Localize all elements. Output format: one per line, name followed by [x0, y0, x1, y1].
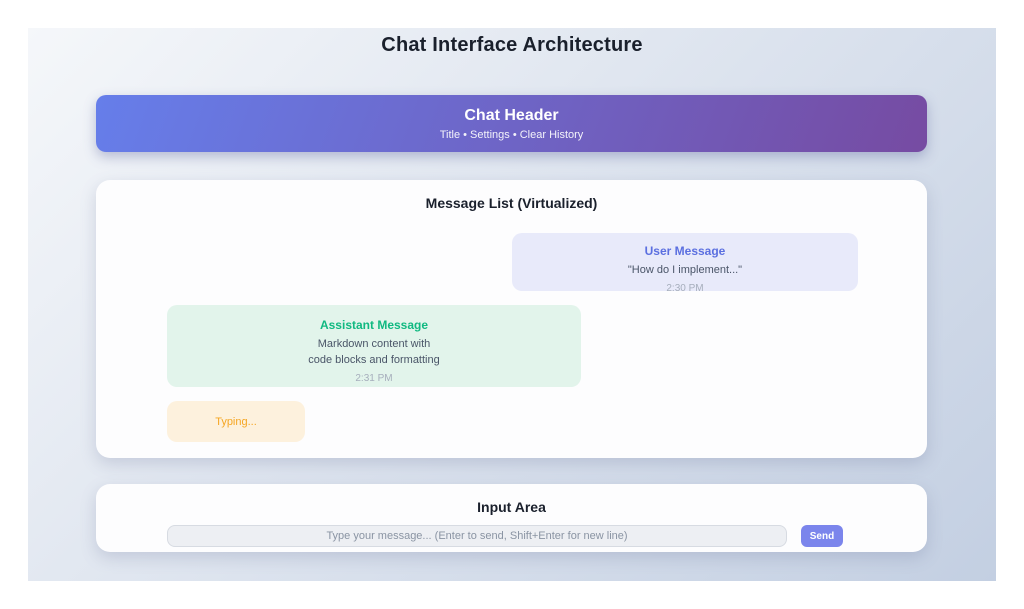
- assistant-message-line-2: code blocks and formatting: [167, 353, 581, 369]
- assistant-message-bubble: Assistant Message Markdown content with …: [167, 305, 581, 387]
- message-input[interactable]: [167, 525, 787, 547]
- assistant-message-time: 2:31 PM: [167, 373, 581, 384]
- typing-indicator-text: Typing...: [215, 416, 257, 428]
- message-list-title: Message List (Virtualized): [96, 195, 927, 211]
- user-message-label: User Message: [512, 244, 858, 258]
- send-button[interactable]: Send: [801, 525, 843, 547]
- input-area-panel: Input Area Send: [96, 484, 927, 552]
- assistant-message-text: Markdown content with code blocks and fo…: [167, 337, 581, 369]
- assistant-message-line-1: Markdown content with: [167, 337, 581, 353]
- chat-header-subtitle: Title • Settings • Clear History: [440, 129, 584, 141]
- input-area-title: Input Area: [96, 499, 927, 515]
- page-title: Chat Interface Architecture: [28, 34, 996, 57]
- user-message-time: 2:30 PM: [512, 283, 858, 294]
- typing-indicator-bubble: Typing...: [167, 401, 305, 442]
- input-row: Send: [167, 525, 843, 547]
- user-message-bubble: User Message "How do I implement..." 2:3…: [512, 233, 858, 291]
- chat-header-block: Chat Header Title • Settings • Clear His…: [96, 95, 927, 152]
- chat-header-title: Chat Header: [464, 107, 558, 125]
- message-list-panel: Message List (Virtualized) User Message …: [96, 180, 927, 458]
- assistant-message-label: Assistant Message: [167, 318, 581, 332]
- diagram-canvas: Chat Interface Architecture Chat Header …: [28, 28, 996, 581]
- user-message-text: "How do I implement...": [512, 263, 858, 279]
